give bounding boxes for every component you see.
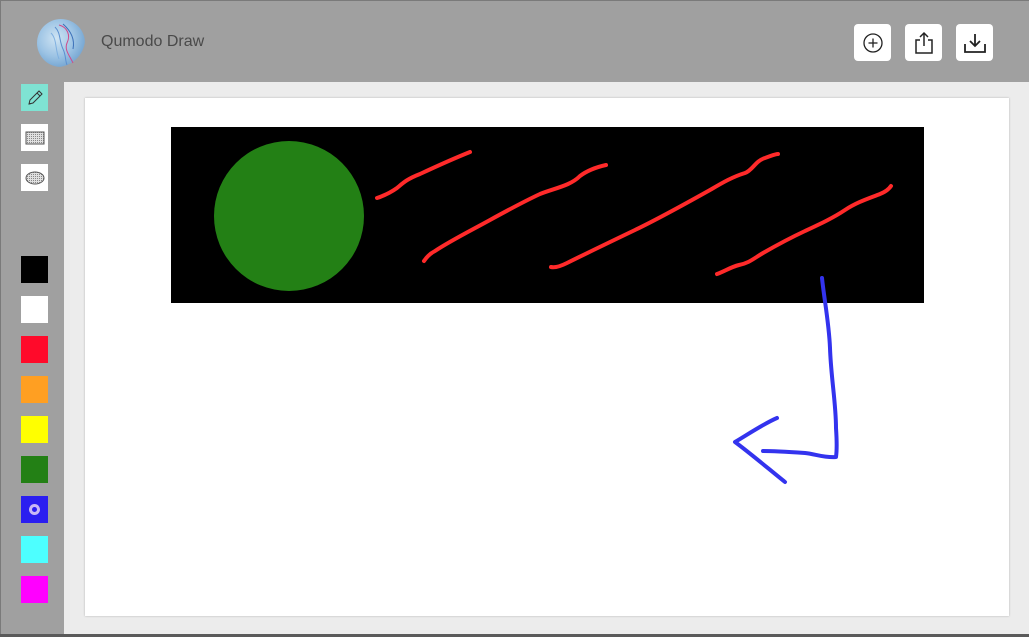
color-swatch-cyan[interactable] (21, 536, 48, 563)
new-drawing-button[interactable] (854, 24, 891, 61)
drawing-layer (171, 127, 924, 484)
header-bar: Qumodo Draw (1, 1, 1029, 82)
color-swatch-blue[interactable] (21, 496, 48, 523)
color-swatch-yellow[interactable] (21, 416, 48, 443)
ellipse-icon (25, 171, 44, 184)
canvas-area (64, 82, 1029, 635)
green-circle-shape (214, 141, 364, 291)
plus-circle-icon (862, 32, 883, 53)
color-swatch-white[interactable] (21, 296, 48, 323)
share-button[interactable] (905, 24, 942, 61)
color-swatch-magenta[interactable] (21, 576, 48, 603)
download-button[interactable] (956, 24, 993, 61)
app-title: Qumodo Draw (101, 33, 205, 50)
share-icon (914, 31, 933, 54)
pencil-icon (27, 89, 43, 105)
selected-color-indicator (29, 504, 40, 515)
color-swatch-green[interactable] (21, 456, 48, 483)
color-swatch-red[interactable] (21, 336, 48, 363)
color-swatch-black[interactable] (21, 256, 48, 283)
drawing-canvas[interactable] (85, 98, 1009, 616)
blue-arrow-stroke (733, 276, 839, 484)
tool-sidebar (1, 82, 64, 635)
rectangle-tool[interactable] (21, 124, 48, 151)
color-swatch-orange[interactable] (21, 376, 48, 403)
app-window: Qumodo Draw (0, 0, 1029, 635)
app-logo (37, 19, 85, 67)
ellipse-tool[interactable] (21, 164, 48, 191)
pencil-tool[interactable] (21, 84, 48, 111)
download-icon (963, 33, 986, 53)
rectangle-icon (25, 131, 44, 144)
